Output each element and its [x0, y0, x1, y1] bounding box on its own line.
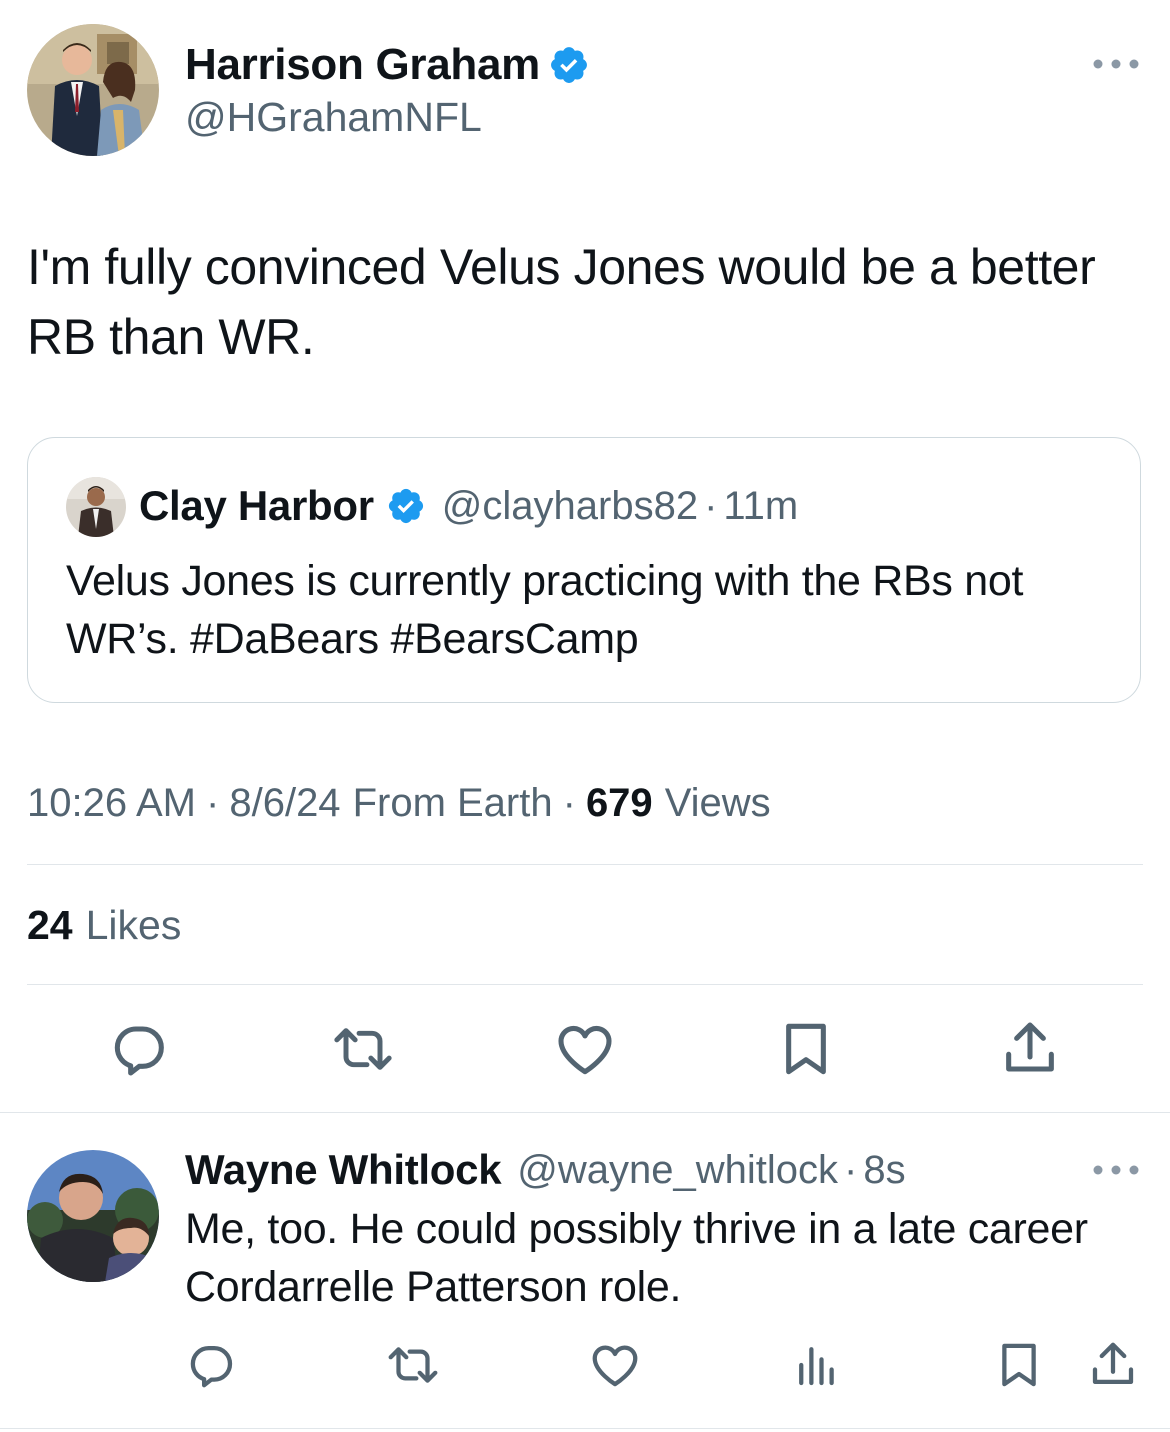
reply-author-handle[interactable]: @wayne_whitlock [517, 1148, 838, 1193]
meta-separator: · [206, 780, 220, 825]
quoted-author-handle: @clayharbs82 [441, 483, 699, 528]
tweet-time: 10:26 AM [27, 780, 197, 825]
selfie-photo-avatar [27, 1150, 159, 1282]
divider [27, 984, 1143, 985]
share-icon[interactable] [1086, 1338, 1140, 1392]
divider [0, 1112, 1170, 1113]
quoted-tweet-text: Velus Jones is currently practicing with… [66, 557, 1024, 663]
like-icon[interactable] [553, 1017, 617, 1081]
more-options-icon[interactable] [1090, 50, 1142, 78]
tweet-meta: 10:26 AM · 8/6/24 From Earth · 679 Views [27, 778, 771, 828]
quoted-author-avatar [66, 477, 126, 537]
author-handle[interactable]: @HGrahamNFL [185, 94, 482, 141]
author-name[interactable]: Harrison Graham [185, 40, 540, 90]
likes-label[interactable]: Likes [86, 902, 182, 949]
reply-age: 8s [863, 1147, 906, 1192]
like-icon[interactable] [588, 1338, 642, 1392]
divider [27, 864, 1143, 865]
reply-icon[interactable] [185, 1338, 239, 1392]
divider [0, 1428, 1170, 1429]
verified-badge-icon [548, 44, 590, 86]
person-photo-avatar [66, 477, 126, 537]
quoted-tweet-card[interactable]: Clay Harbor @clayharbs82 · 11m Velus Jon… [27, 437, 1141, 703]
reply-author-name[interactable]: Wayne Whitlock [185, 1146, 502, 1194]
reply-header[interactable]: Wayne Whitlock @wayne_whitlock · 8s [185, 1144, 906, 1196]
author-name-row[interactable]: Harrison Graham [185, 40, 590, 90]
tweet-source: From Earth [352, 780, 553, 825]
share-icon[interactable] [998, 1017, 1062, 1081]
couple-photo-avatar [27, 24, 159, 156]
reply-separator: · [844, 1147, 858, 1192]
quoted-header: Clay Harbor @clayharbs82 · 11m [139, 480, 798, 532]
retweet-icon[interactable] [329, 1017, 397, 1081]
author-avatar[interactable] [27, 24, 159, 156]
bookmark-icon[interactable] [992, 1338, 1046, 1392]
views-count[interactable]: 679 [586, 781, 653, 826]
reply-author-avatar[interactable] [27, 1150, 159, 1282]
meta-separator: · [562, 780, 576, 825]
more-options-icon[interactable] [1090, 1156, 1142, 1184]
views-icon[interactable] [790, 1338, 844, 1392]
likes-count[interactable]: 24 [27, 902, 73, 949]
views-label[interactable]: Views [665, 781, 771, 826]
quoted-age: 11m [723, 483, 799, 528]
tweet-text: I'm fully convinced Velus Jones would be… [27, 239, 1096, 365]
likes-summary[interactable]: 24 Likes [27, 900, 181, 950]
tweet-date: 8/6/24 [229, 780, 341, 825]
quoted-separator: · [704, 483, 718, 528]
retweet-icon[interactable] [384, 1338, 442, 1392]
reply-icon[interactable] [108, 1017, 172, 1081]
verified-badge-icon [386, 486, 426, 526]
quoted-author-name: Clay Harbor [139, 482, 374, 529]
reply-text: Me, too. He could possibly thrive in a l… [185, 1205, 1088, 1311]
bookmark-icon[interactable] [774, 1017, 838, 1081]
